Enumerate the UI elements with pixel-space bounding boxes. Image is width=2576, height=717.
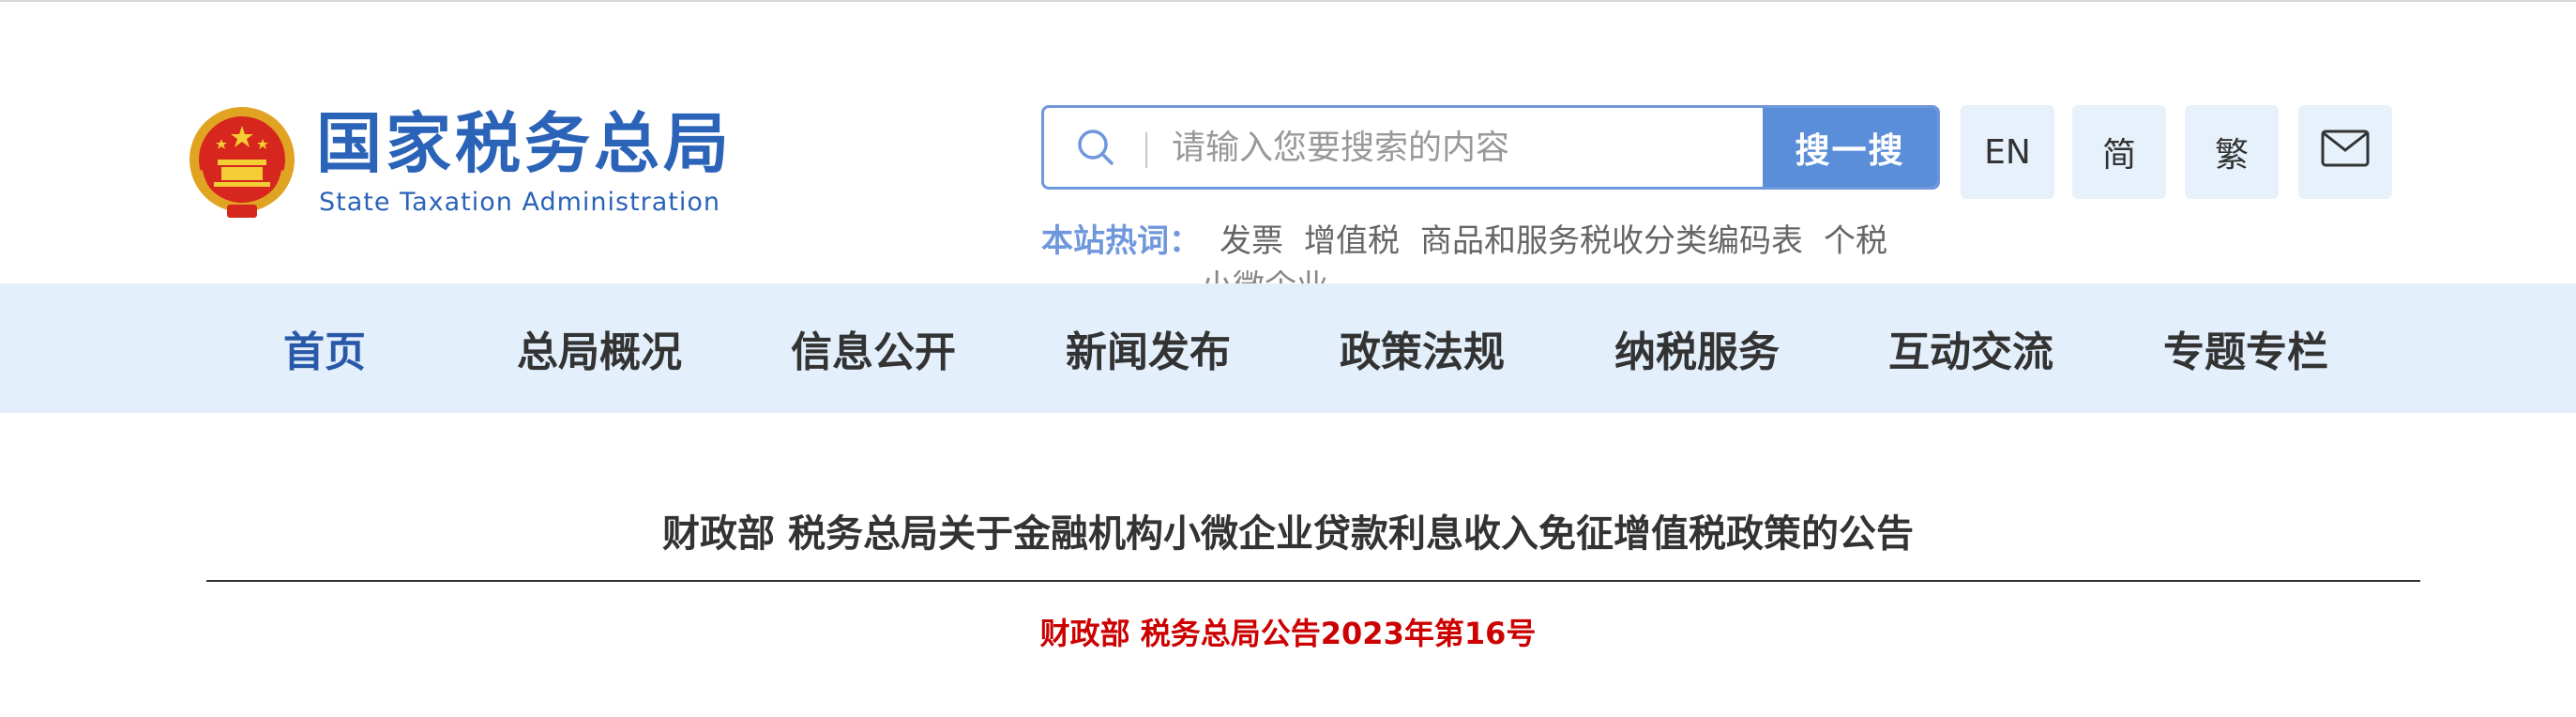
search-icon xyxy=(1044,108,1147,187)
nav-item-overview[interactable]: 总局概况 xyxy=(487,283,712,413)
nav-item-interaction[interactable]: 互动交流 xyxy=(1858,283,2084,413)
search-input[interactable] xyxy=(1147,108,1763,187)
nav-item-info-disclosure[interactable]: 信息公开 xyxy=(761,283,986,413)
nav-item-special-topics[interactable]: 专题专栏 xyxy=(2133,283,2358,413)
site-name[interactable]: 国家税务总局 xyxy=(316,111,733,176)
nav-item-home[interactable]: 首页 xyxy=(212,283,437,413)
mail-button[interactable] xyxy=(2298,105,2392,199)
hot-word-link[interactable]: 商品和服务税收分类编码表 xyxy=(1420,215,1803,261)
search-box: 搜一搜 xyxy=(1041,105,1940,190)
hot-word-link[interactable]: 发票 xyxy=(1220,215,1283,261)
traditional-chinese-button[interactable]: 繁 xyxy=(2185,105,2279,199)
document-number: 财政部 税务总局公告2023年第16号 xyxy=(1039,616,1537,651)
simplified-chinese-button[interactable]: 简 xyxy=(2072,105,2166,199)
nav-item-tax-services[interactable]: 纳税服务 xyxy=(1584,283,1810,413)
main-nav: 首页 总局概况 信息公开 新闻发布 政策法规 纳税服务 互动交流 专题专栏 xyxy=(0,283,2576,413)
mail-icon xyxy=(2321,130,2370,175)
search-button[interactable]: 搜一搜 xyxy=(1763,108,1937,187)
top-border xyxy=(0,0,2576,2)
hot-word-link[interactable]: 增值税 xyxy=(1304,215,1400,261)
article-title: 财政部 税务总局关于金融机构小微企业贷款利息收入免征增值税政策的公告 xyxy=(662,512,1914,556)
hot-words-label: 本站热词： xyxy=(1041,221,1201,260)
hot-word-link[interactable]: 个税 xyxy=(1824,215,1887,261)
hot-words: 本站热词： 发票 增值税 商品和服务税收分类编码表 个税 xyxy=(1041,214,1908,261)
nav-item-policies[interactable]: 政策法规 xyxy=(1310,283,1535,413)
language-en-button[interactable]: EN xyxy=(1961,105,2054,199)
site-name-english[interactable]: State Taxation Administration xyxy=(319,190,720,215)
nav-item-news[interactable]: 新闻发布 xyxy=(1036,283,1261,413)
title-divider xyxy=(206,580,2420,582)
national-emblem-logo[interactable] xyxy=(186,105,298,221)
hot-word-link-clipped[interactable]: 小微企业 xyxy=(1201,270,1328,283)
